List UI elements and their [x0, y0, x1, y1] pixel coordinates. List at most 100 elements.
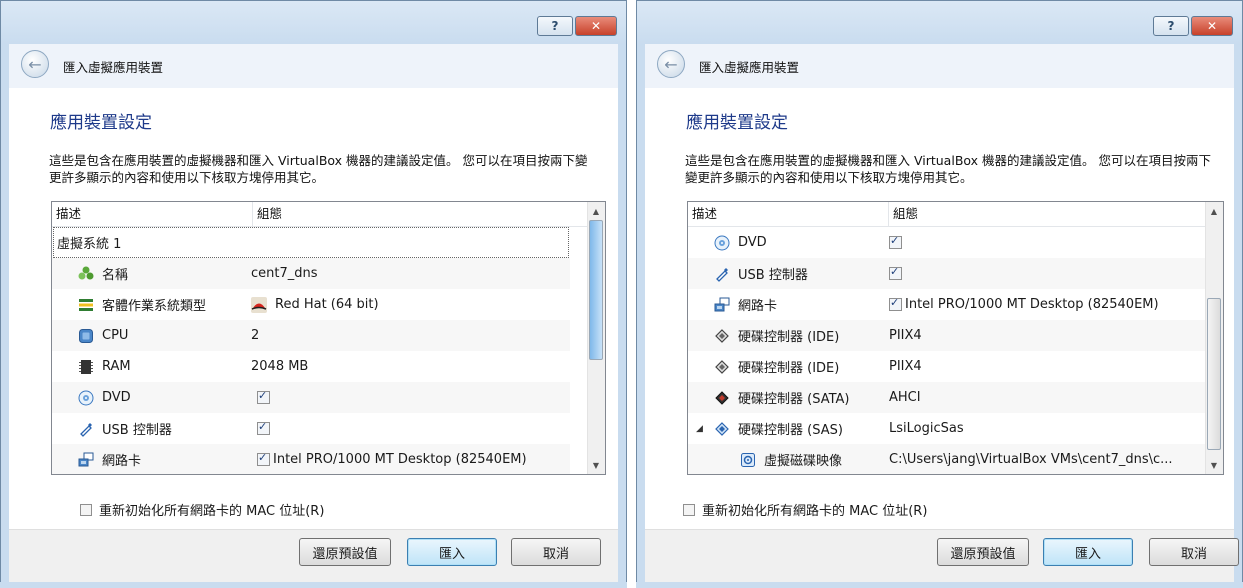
dvd-checkbox[interactable]	[257, 389, 270, 404]
row-label: DVD	[738, 235, 767, 250]
scroll-up-arrow-icon[interactable]: ▲	[1206, 203, 1222, 219]
frame-border	[0, 582, 627, 588]
table-row[interactable]: DVD	[688, 227, 1208, 258]
row-label: RAM	[102, 359, 131, 374]
network-card-icon	[714, 297, 730, 313]
red-hat-icon	[251, 296, 267, 313]
row-label: 虛擬磁碟映像	[764, 454, 843, 469]
dvd-checkbox[interactable]	[889, 234, 902, 249]
row-label: 客體作業系統類型	[102, 299, 207, 314]
table-row[interactable]: 名稱 cent7_dns	[52, 258, 570, 289]
row-value: PIIX4	[889, 359, 922, 374]
restore-defaults-button[interactable]: 還原預設值	[299, 538, 391, 566]
name-puzzle-icon	[78, 266, 94, 282]
row-value: PIIX4	[889, 328, 922, 343]
back-arrow-icon[interactable]: ←	[657, 50, 685, 78]
restore-defaults-button[interactable]: 還原預設值	[937, 538, 1029, 566]
table-row[interactable]: 硬碟控制器 (IDE) PIIX4	[688, 351, 1208, 382]
table-row[interactable]: ◢ 硬碟控制器 (SAS) LsiLogicSas	[688, 413, 1208, 444]
cpu-icon	[78, 328, 94, 344]
wizard-title: 匯入虛擬應用裝置	[63, 60, 164, 75]
table-row[interactable]: 虛擬磁碟映像 C:\Users\jang\VirtualBox VMs\cent…	[688, 444, 1208, 474]
import-dialog-left: ? ✕ ← 匯入虛擬應用裝置 應用裝置設定 這些是包含在應用裝置的虛擬機器和匯入…	[0, 0, 627, 588]
frame-border	[618, 44, 627, 588]
checkbox-box[interactable]	[683, 503, 695, 516]
scroll-thumb[interactable]	[589, 220, 603, 360]
expand-triangle-icon[interactable]: ◢	[696, 424, 714, 434]
frame-border	[636, 44, 645, 588]
table-row[interactable]: USB 控制器	[688, 258, 1208, 289]
dvd-icon	[78, 390, 94, 406]
help-button[interactable]: ?	[537, 16, 573, 36]
disk-image-icon	[740, 452, 756, 468]
row-value: AHCI	[889, 390, 921, 405]
frame-border	[1234, 44, 1243, 588]
vertical-scrollbar[interactable]: ▲ ▼	[587, 202, 605, 474]
row-label: USB 控制器	[738, 268, 808, 283]
reinit-mac-checkbox[interactable]: 重新初始化所有網路卡的 MAC 位址(R)	[80, 500, 324, 519]
scroll-down-arrow-icon[interactable]: ▼	[588, 457, 604, 473]
row-label: 網路卡	[102, 454, 142, 469]
ide-controller-icon	[714, 359, 730, 375]
usb-checkbox[interactable]	[889, 265, 902, 280]
row-label: 硬碟控制器 (IDE)	[738, 330, 840, 345]
virtual-system-group-row[interactable]: 虛擬系統 1	[53, 227, 569, 258]
checkbox-box[interactable]	[80, 503, 92, 516]
import-button[interactable]: 匯入	[1043, 538, 1133, 566]
close-button[interactable]: ✕	[1191, 16, 1233, 36]
row-label: 硬碟控制器 (SAS)	[738, 423, 843, 438]
scroll-thumb[interactable]	[1207, 298, 1221, 450]
row-label: USB 控制器	[102, 423, 172, 438]
usb-checkbox[interactable]	[257, 420, 270, 435]
network-card-checkbox[interactable]	[257, 451, 270, 466]
row-label: CPU	[102, 328, 129, 343]
import-dialog-right: ? ✕ ← 匯入虛擬應用裝置 應用裝置設定 這些是包含在應用裝置的虛擬機器和匯入…	[636, 0, 1243, 588]
scroll-down-arrow-icon[interactable]: ▼	[1206, 457, 1222, 473]
title-bar	[0, 0, 627, 44]
appliance-settings-table[interactable]: 描述 組態 虛擬系統 1 名稱 cent7_dns 客體作業系統類型 Red H…	[51, 201, 606, 475]
table-row[interactable]: CPU 2	[52, 320, 570, 351]
table-row[interactable]: 網路卡 Intel PRO/1000 MT Desktop (82540EM)	[688, 289, 1208, 320]
column-header-configuration[interactable]: 組態	[253, 202, 282, 226]
network-card-checkbox[interactable]	[889, 296, 902, 311]
row-value: 2	[251, 328, 260, 343]
row-value: C:\Users\jang\VirtualBox VMs\cent7_dns\c…	[889, 452, 1173, 467]
wizard-title: 匯入虛擬應用裝置	[699, 60, 800, 75]
back-arrow-icon[interactable]: ←	[21, 50, 49, 78]
column-header-description[interactable]: 描述	[688, 202, 889, 226]
table-row[interactable]: RAM 2048 MB	[52, 351, 570, 382]
appliance-settings-table[interactable]: 描述 組態 DVD USB 控制器	[687, 201, 1224, 475]
cancel-button[interactable]: 取消	[511, 538, 601, 566]
table-row[interactable]: USB 控制器	[52, 413, 570, 444]
column-header-description[interactable]: 描述	[52, 202, 253, 226]
column-header-configuration[interactable]: 組態	[889, 202, 918, 226]
help-button[interactable]: ?	[1153, 16, 1189, 36]
row-value: Intel PRO/1000 MT Desktop (82540EM)	[273, 452, 527, 467]
table-row[interactable]: 網路卡 Intel PRO/1000 MT Desktop (82540EM)	[52, 444, 570, 474]
row-value: Intel PRO/1000 MT Desktop (82540EM)	[905, 297, 1159, 312]
table-row[interactable]: 硬碟控制器 (IDE) PIIX4	[688, 320, 1208, 351]
cancel-button[interactable]: 取消	[1149, 538, 1239, 566]
ram-icon	[78, 359, 94, 375]
reinit-mac-checkbox[interactable]: 重新初始化所有網路卡的 MAC 位址(R)	[683, 500, 927, 519]
table-row[interactable]: DVD	[52, 382, 570, 413]
table-row[interactable]: 客體作業系統類型 Red Hat (64 bit)	[52, 289, 570, 320]
sata-controller-icon	[714, 390, 730, 406]
title-bar	[636, 0, 1243, 44]
usb-icon	[714, 266, 730, 282]
row-label: 硬碟控制器 (IDE)	[738, 361, 840, 376]
row-value: 2048 MB	[251, 359, 309, 374]
network-card-icon	[78, 452, 94, 468]
scroll-up-arrow-icon[interactable]: ▲	[588, 203, 604, 219]
close-button[interactable]: ✕	[575, 16, 617, 36]
table-row[interactable]: 硬碟控制器 (SATA) AHCI	[688, 382, 1208, 413]
row-label: 硬碟控制器 (SATA)	[738, 392, 850, 407]
wizard-nav: ← 匯入虛擬應用裝置	[9, 44, 618, 88]
import-button[interactable]: 匯入	[407, 538, 497, 566]
sas-controller-icon	[714, 421, 730, 437]
vertical-scrollbar[interactable]: ▲ ▼	[1205, 202, 1223, 474]
dvd-icon	[714, 235, 730, 251]
button-bar: 還原預設值 匯入 取消	[9, 529, 618, 582]
button-bar: 還原預設值 匯入 取消	[645, 529, 1239, 582]
group-label: 虛擬系統 1	[57, 237, 122, 252]
